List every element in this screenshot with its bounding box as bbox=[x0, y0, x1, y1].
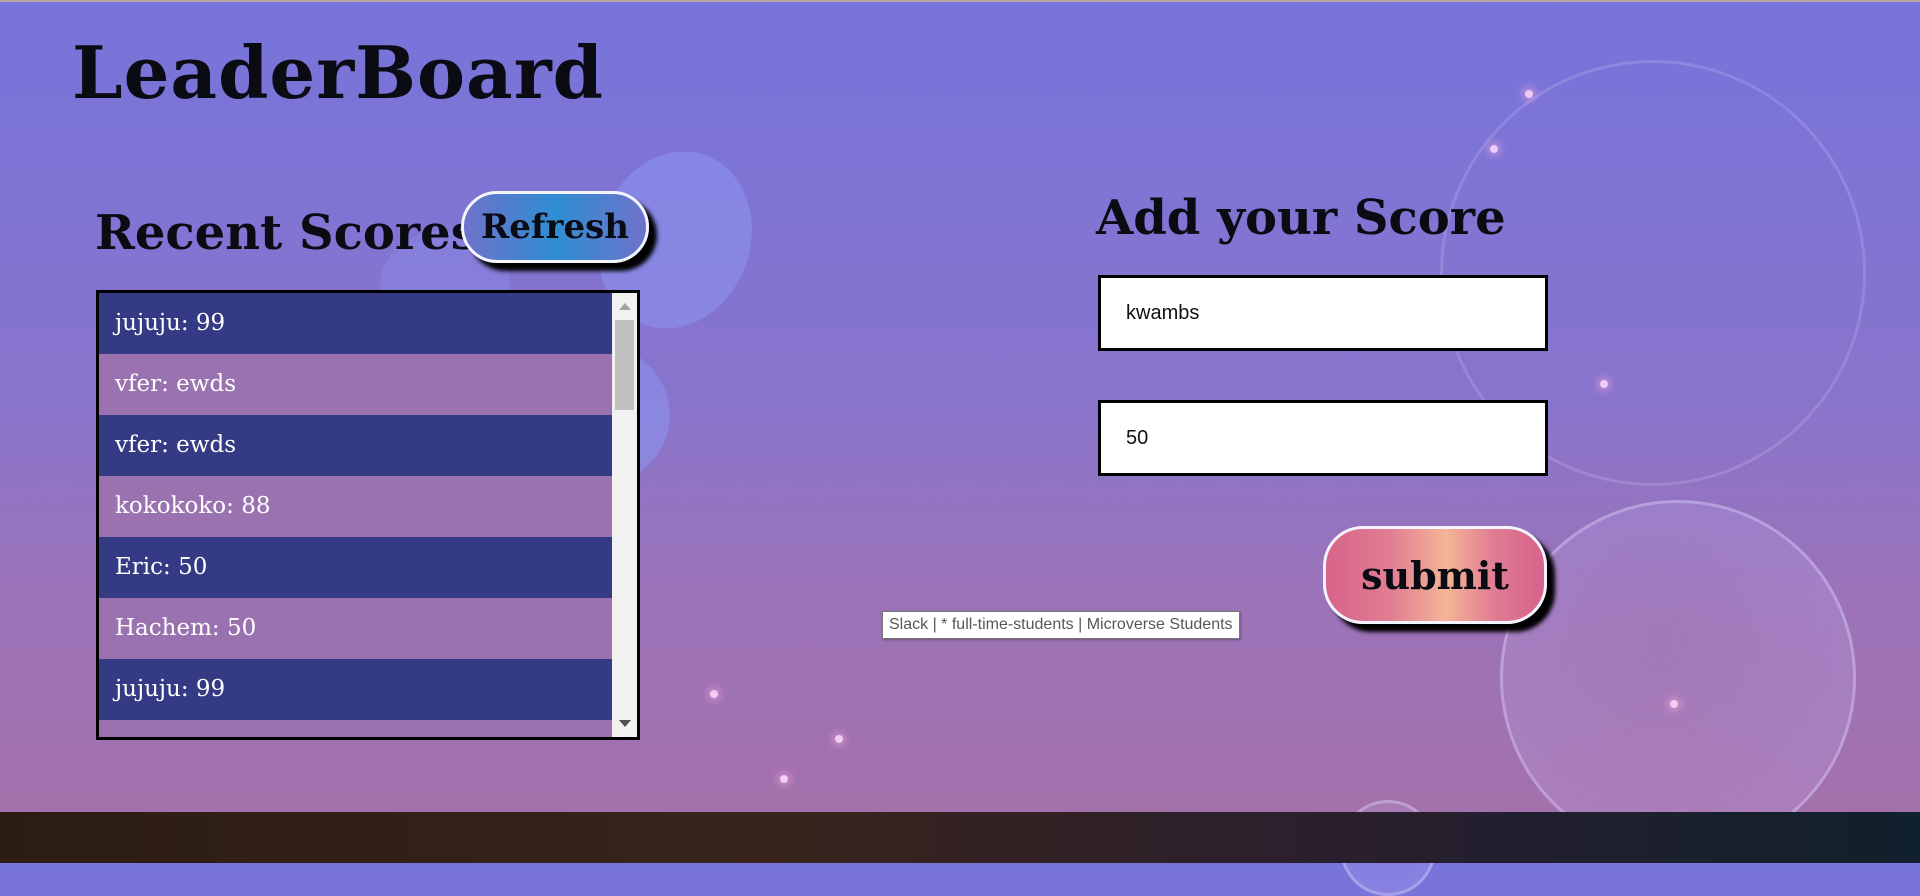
sparkle-decoration bbox=[835, 735, 843, 743]
bubble-decoration bbox=[1500, 500, 1856, 856]
list-item: kokokoko: 88 bbox=[115, 493, 271, 519]
browser-tab-tooltip: Slack | * full-time-students | Microvers… bbox=[882, 611, 1240, 639]
add-score-heading: Add your Score bbox=[1096, 190, 1506, 246]
scrollbar-thumb[interactable] bbox=[615, 320, 634, 410]
scroll-down-arrow-icon[interactable] bbox=[619, 720, 631, 727]
score-list-items: jujuju: 99 vfer: ewds vfer: ewds kokokok… bbox=[99, 293, 615, 720]
list-item: jujuju: 99 bbox=[99, 293, 615, 354]
sparkle-decoration bbox=[1600, 380, 1608, 388]
recent-scores-heading: Recent Scores bbox=[95, 205, 478, 261]
sparkle-decoration bbox=[780, 775, 788, 783]
list-item: Eric: 50 bbox=[99, 537, 615, 598]
list-item: vfer: ewds bbox=[115, 371, 236, 397]
score-input[interactable] bbox=[1098, 400, 1548, 476]
score-list[interactable]: jujuju: 99 vfer: ewds vfer: ewds kokokok… bbox=[96, 290, 640, 740]
bottom-background-band bbox=[0, 812, 1920, 863]
name-input[interactable] bbox=[1098, 275, 1548, 351]
window-top-border bbox=[0, 0, 1920, 2]
score-list-scrollbar[interactable] bbox=[612, 293, 637, 737]
sparkle-decoration bbox=[1490, 145, 1498, 153]
scroll-up-arrow-icon[interactable] bbox=[619, 303, 631, 310]
list-item: jujuju: 99 bbox=[99, 659, 615, 720]
sparkle-decoration bbox=[710, 690, 718, 698]
refresh-button[interactable]: Refresh bbox=[461, 191, 649, 263]
page-title: LeaderBoard bbox=[72, 30, 604, 115]
sparkle-decoration bbox=[1670, 700, 1678, 708]
list-item: Hachem: 50 bbox=[115, 615, 257, 641]
sparkle-decoration bbox=[1525, 90, 1533, 98]
list-item: vfer: ewds bbox=[99, 415, 615, 476]
submit-button[interactable]: submit bbox=[1323, 526, 1547, 624]
